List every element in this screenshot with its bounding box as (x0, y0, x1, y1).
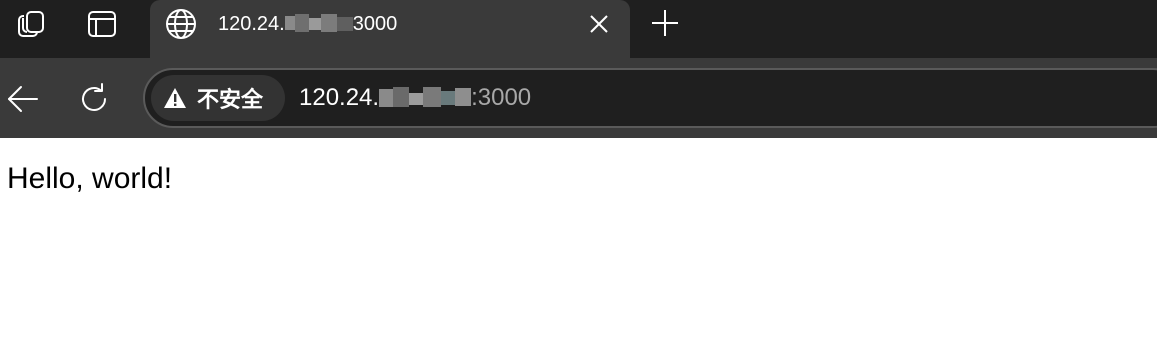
warning-icon (163, 86, 187, 110)
workspaces-icon[interactable] (14, 7, 48, 41)
tab-title-text: 120.24. (218, 13, 285, 35)
browser-window: 120.24. 3000 不安全 120.24.:3000 Hello, wo… (0, 0, 1157, 358)
tab-strip: 120.24. 3000 (0, 0, 1157, 58)
plus-icon[interactable] (648, 6, 682, 40)
toolbar: 不安全 120.24. :3000 (0, 58, 1157, 138)
address-bar[interactable]: 不安全 120.24. :3000 (143, 68, 1157, 128)
globe-icon (164, 7, 198, 41)
refresh-icon[interactable] (75, 80, 113, 118)
active-tab[interactable]: 120.24. 3000 (150, 0, 630, 58)
tab-title-port: 3000 (352, 13, 398, 35)
security-indicator[interactable]: 不安全 (151, 75, 285, 121)
body-text: Hello, world! (7, 162, 173, 195)
redacted-ip-segment (284, 12, 353, 34)
tab-title: 120.24. 3000 (218, 10, 397, 38)
url-host: 120.24. (299, 84, 380, 111)
close-icon[interactable] (584, 9, 614, 39)
page-content: Hello, world! (0, 138, 1157, 358)
security-label: 不安全 (197, 87, 264, 112)
url-text[interactable]: 120.24. :3000 (299, 82, 531, 114)
url-port: :3000 (471, 84, 532, 111)
redacted-ip-segment (379, 85, 472, 109)
tab-actions-icon[interactable] (85, 7, 119, 41)
arrow-left-icon[interactable] (3, 80, 41, 118)
